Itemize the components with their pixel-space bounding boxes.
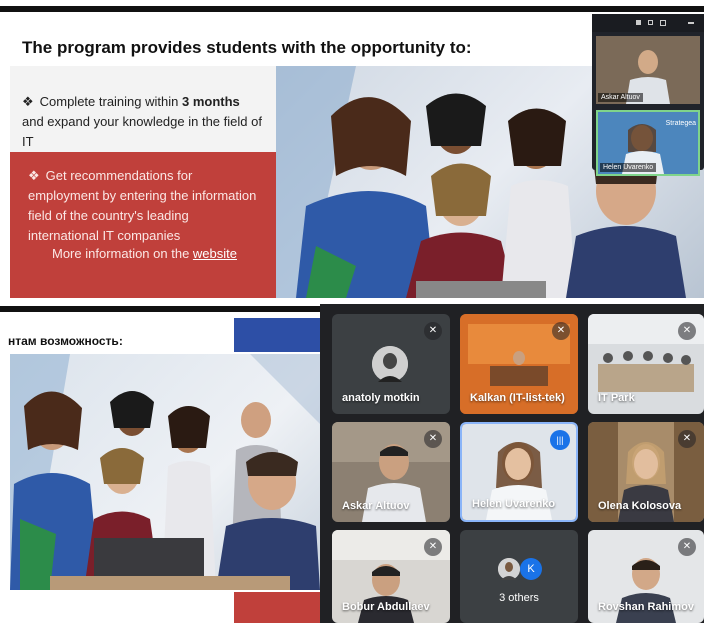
mini-close-icon[interactable] <box>688 22 694 24</box>
mini-tile-helen: Strategea Helen Uvarenko <box>596 110 700 176</box>
mic-off-icon: ✕ <box>678 538 696 556</box>
slide-blue-accent <box>234 318 320 352</box>
slide-top-border <box>0 6 704 12</box>
slide-title: The program provides students with the o… <box>22 38 472 57</box>
mic-off-icon: ✕ <box>424 322 442 340</box>
participant-name: Kalkan (IT-list-tek) <box>470 392 565 404</box>
bullet-diamond-icon: ❖ <box>22 94 34 109</box>
others-avatar-letter: K <box>520 558 542 580</box>
participant-name: Bobur Abdullaev <box>342 601 430 613</box>
mic-off-icon: ✕ <box>424 538 442 556</box>
avatar-image <box>498 558 520 580</box>
participant-name: Askar Altuov <box>342 500 410 512</box>
slide-title: нтам возможность: <box>8 334 123 348</box>
mic-off-icon: ✕ <box>552 322 570 340</box>
website-link[interactable]: website <box>193 246 237 261</box>
participant-tile-olena[interactable]: ✕ Olena Kolosova <box>588 422 704 522</box>
bullet-text-pre: Complete training within <box>39 94 182 109</box>
mini-layout-icon[interactable] <box>648 20 653 25</box>
top-presentation-slide: The program provides students with the o… <box>0 0 704 300</box>
mic-off-icon: ✕ <box>424 430 442 448</box>
meeting-view: нтам возможность: ✕ anatoly motkin ✕ Kal… <box>0 304 704 623</box>
bullet-diamond-icon: ❖ <box>28 168 40 183</box>
bullet-text: Get recommendations for employment by en… <box>28 168 257 243</box>
mini-tile-askar: Askar Altuov <box>596 36 700 104</box>
avatar-image <box>372 346 408 382</box>
participant-avatar <box>372 346 408 382</box>
mic-off-icon: ✕ <box>678 430 696 448</box>
students-photo-illustration <box>10 354 320 590</box>
mic-off-icon: ✕ <box>678 322 696 340</box>
participant-name: anatoly motkin <box>342 392 420 404</box>
participant-name: Olena Kolosova <box>598 500 682 512</box>
others-avatar-photo <box>498 558 520 580</box>
bullet-item-training: ❖ Complete training within 3 months and … <box>22 92 262 152</box>
participant-name: Helen Uvarenko <box>472 498 556 510</box>
participant-tile-askar[interactable]: ✕ Askar Altuov <box>332 422 450 522</box>
slide-red-accent <box>234 592 320 623</box>
participant-tile-helen[interactable]: ||| Helen Uvarenko <box>460 422 578 522</box>
shared-slide: нтам возможность: <box>0 304 320 623</box>
mini-tile-name: Askar Altuov <box>598 93 643 102</box>
others-count: 3 others <box>499 592 539 604</box>
participant-tile-others[interactable]: K 3 others <box>460 530 578 623</box>
more-info-text: More information on the <box>52 246 193 261</box>
participant-tile-bobur[interactable]: ✕ Bobur Abdullaev <box>332 530 450 623</box>
students-photo <box>10 354 320 590</box>
mini-tile-overlay-text: Strategea <box>665 120 696 127</box>
bullet-text-post: and expand your knowledge in the field o… <box>22 114 262 149</box>
participant-tile-anatoly[interactable]: ✕ anatoly motkin <box>332 314 450 414</box>
participant-name: Rovshan Rahimov <box>598 601 694 613</box>
mini-grid-icon[interactable] <box>660 20 666 26</box>
mini-minimize-icon[interactable] <box>636 20 641 25</box>
speaking-indicator-icon: ||| <box>550 430 570 450</box>
participant-tile-rovshan[interactable]: ✕ Rovshan Rahimov <box>588 530 704 623</box>
bullet-text-bold: 3 months <box>181 94 240 109</box>
more-info-line: More information on the website <box>52 246 237 261</box>
participant-name: IT Park <box>598 392 635 404</box>
mini-meeting-panel[interactable]: Askar Altuov Strategea Helen Uvarenko <box>592 14 704 176</box>
participant-tile-itpark[interactable]: ✕ IT Park <box>588 314 704 414</box>
mini-tile-name: Helen Uvarenko <box>600 163 657 172</box>
slide-top-border <box>0 306 320 312</box>
mini-meeting-toolbar[interactable] <box>592 14 704 32</box>
participant-tile-kalkan[interactable]: ✕ Kalkan (IT-list-tek) <box>460 314 578 414</box>
bullet-item-recommendations: ❖ Get recommendations for employment by … <box>28 166 260 246</box>
